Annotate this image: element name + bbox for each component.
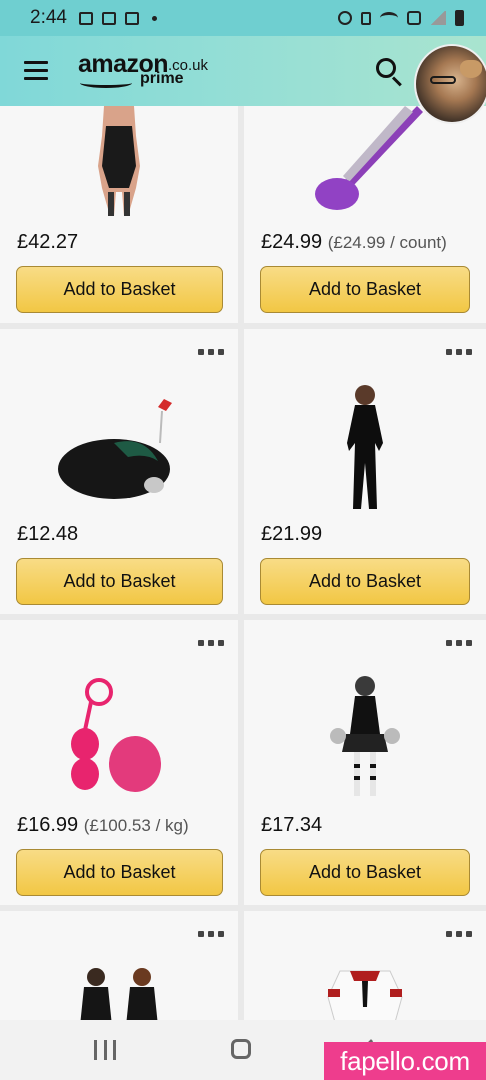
price-row: £12.48 bbox=[17, 523, 78, 546]
product-card[interactable]: £42.27 Add to Basket bbox=[0, 106, 238, 323]
watermark: fapello.com bbox=[324, 1042, 486, 1080]
more-options-icon[interactable] bbox=[446, 640, 472, 646]
price-row: £21.99 bbox=[261, 523, 322, 546]
price-row: £24.99 (£24.99 / count) bbox=[261, 231, 447, 254]
browser-icon bbox=[101, 11, 116, 25]
price: £24.99 bbox=[261, 231, 323, 253]
add-to-basket-button[interactable]: Add to Basket bbox=[260, 849, 470, 896]
status-bar: 2:44 bbox=[0, 0, 486, 36]
battery-saver-icon bbox=[361, 11, 371, 25]
battery-icon bbox=[455, 10, 464, 26]
search-icon[interactable] bbox=[376, 58, 406, 88]
price: £16.99 bbox=[17, 814, 79, 836]
add-to-basket-button[interactable]: Add to Basket bbox=[16, 849, 223, 896]
status-time: 2:44 bbox=[30, 7, 67, 28]
price-row: £42.27 bbox=[17, 231, 78, 254]
product-card[interactable] bbox=[0, 911, 238, 1026]
unit-price: (£24.99 / count) bbox=[327, 233, 447, 252]
product-card[interactable]: £17.34 Add to Basket bbox=[244, 620, 486, 905]
status-left-icons bbox=[78, 11, 157, 25]
add-to-basket-button[interactable]: Add to Basket bbox=[260, 558, 470, 605]
unit-price: (£100.53 / kg) bbox=[83, 816, 189, 835]
add-to-basket-button[interactable]: Add to Basket bbox=[16, 266, 223, 313]
pink-balls-image[interactable] bbox=[69, 674, 169, 800]
alarm-icon bbox=[338, 11, 352, 25]
product-card[interactable] bbox=[244, 911, 486, 1026]
two-women-costume-image[interactable] bbox=[74, 967, 164, 1026]
more-options-icon[interactable] bbox=[446, 931, 472, 937]
price-row: £17.34 bbox=[261, 814, 322, 837]
recent-apps-icon[interactable] bbox=[94, 1040, 116, 1060]
dot-icon bbox=[151, 15, 157, 21]
home-icon[interactable] bbox=[231, 1039, 251, 1059]
app-header: amazon .co.uk prime bbox=[0, 36, 486, 106]
product-card[interactable]: £16.99 (£100.53 / kg) Add to Basket bbox=[0, 620, 238, 905]
maid-costume-image[interactable] bbox=[320, 967, 410, 1026]
price: £17.34 bbox=[261, 814, 323, 836]
amazon-prime-logo[interactable]: amazon .co.uk prime bbox=[78, 50, 218, 92]
product-card[interactable]: £21.99 Add to Basket bbox=[244, 329, 486, 614]
more-options-icon[interactable] bbox=[446, 349, 472, 355]
add-to-basket-button[interactable]: Add to Basket bbox=[260, 266, 470, 313]
price: £21.99 bbox=[261, 523, 323, 545]
black-fur-tail-image[interactable] bbox=[54, 387, 184, 502]
add-to-basket-button[interactable]: Add to Basket bbox=[16, 558, 223, 605]
status-right-icons bbox=[338, 10, 464, 26]
call-icon bbox=[407, 11, 421, 25]
price: £12.48 bbox=[17, 523, 79, 545]
signal-icon bbox=[430, 11, 446, 25]
wifi-icon bbox=[380, 12, 398, 24]
black-catsuit-image[interactable] bbox=[335, 383, 395, 509]
more-options-icon[interactable] bbox=[198, 640, 224, 646]
price-row: £16.99 (£100.53 / kg) bbox=[17, 814, 189, 837]
keyboard-icon bbox=[124, 11, 139, 25]
more-options-icon[interactable] bbox=[198, 931, 224, 937]
cheerleader-costume-image[interactable] bbox=[330, 674, 400, 800]
product-card[interactable]: £24.99 (£24.99 / count) Add to Basket bbox=[244, 106, 486, 323]
price: £42.27 bbox=[17, 231, 79, 253]
purple-wand-image[interactable] bbox=[305, 106, 425, 216]
gallery-icon bbox=[78, 11, 93, 25]
hamburger-menu-icon[interactable] bbox=[24, 61, 48, 81]
smile-arrow-icon bbox=[80, 78, 132, 88]
logo-prime: prime bbox=[140, 70, 184, 87]
lingerie-bodysuit-image[interactable] bbox=[84, 106, 154, 216]
more-options-icon[interactable] bbox=[198, 349, 224, 355]
product-card[interactable]: £12.48 Add to Basket bbox=[0, 329, 238, 614]
avatar[interactable] bbox=[414, 44, 486, 124]
